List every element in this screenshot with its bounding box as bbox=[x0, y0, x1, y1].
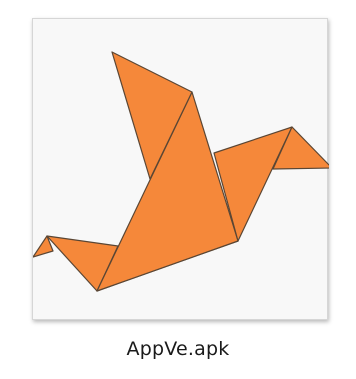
file-name-label[interactable]: AppVe.apk bbox=[0, 338, 356, 360]
desktop: AppVe.apk bbox=[0, 0, 356, 379]
file-thumbnail[interactable] bbox=[32, 18, 329, 320]
file-item-appve-apk[interactable]: AppVe.apk bbox=[0, 0, 356, 379]
origami-bird-icon bbox=[33, 51, 329, 292]
